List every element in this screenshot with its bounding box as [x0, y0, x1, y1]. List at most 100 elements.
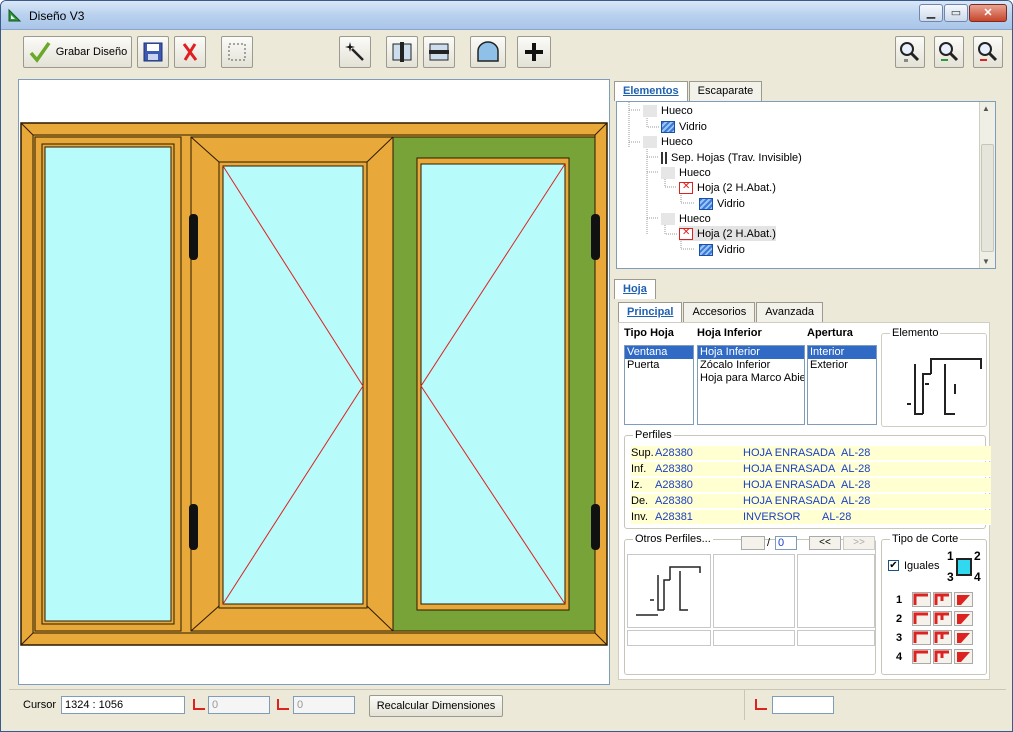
tree-item-label: Hueco [661, 104, 693, 117]
perfil-desc: HOJA ENRASADA [743, 479, 836, 491]
list-item[interactable]: Hoja Inferior [698, 346, 804, 359]
minimize-button[interactable]: ▁ [919, 4, 943, 22]
apertura-list[interactable]: Interior Exterior [807, 345, 877, 425]
tree-item[interactable]: Hoja (2 H.Abat.) [679, 180, 776, 195]
select-button[interactable] [221, 36, 253, 68]
tree-item[interactable]: Sep. Hojas (Trav. Invisible) [661, 150, 802, 165]
save-design-button[interactable]: Grabar Diseño [23, 36, 132, 68]
list-item[interactable]: Puerta [625, 359, 693, 372]
perfiles-label: Perfiles [633, 429, 674, 441]
tree-item-label: Vidrio [717, 197, 745, 210]
profile-cell[interactable] [713, 630, 795, 646]
maximize-button[interactable]: ▭ [944, 4, 968, 22]
profile-cell[interactable] [713, 554, 795, 628]
sash-icon [679, 227, 693, 240]
iguales-checkbox[interactable]: ✔ [888, 560, 899, 571]
design-canvas[interactable] [18, 79, 610, 685]
tab-accesorios[interactable]: Accesorios [683, 302, 756, 322]
perfil-row[interactable]: Inv. A28381 INVERSOR AL-28 [631, 510, 991, 525]
cut-half-button[interactable] [933, 649, 952, 664]
tree-item-label: Sep. Hojas (Trav. Invisible) [671, 151, 802, 164]
next-page-button[interactable]: >> [843, 536, 875, 550]
corte-row-label: 1 [896, 594, 903, 606]
recalculate-dimensions-button[interactable]: Recalcular Dimensiones [369, 695, 503, 717]
cut-half-button[interactable] [933, 611, 952, 626]
horizontal-split-button[interactable] [423, 36, 455, 68]
window-drawing[interactable] [19, 80, 609, 684]
profile-cell[interactable] [797, 554, 875, 628]
dimension-y-field[interactable]: 0 [293, 696, 355, 714]
perfil-row[interactable]: Sup. A28380 HOJA ENRASADA AL-28 [631, 446, 991, 461]
dimension-field[interactable] [772, 696, 834, 714]
tree-item[interactable]: Hueco [643, 103, 693, 118]
cut-half-button[interactable] [933, 592, 952, 607]
tab-avanzada[interactable]: Avanzada [756, 302, 823, 322]
delete-button[interactable] [174, 36, 206, 68]
cut-half-icon [934, 612, 949, 624]
cut-miter-button[interactable] [954, 649, 973, 664]
corner-4: 4 [974, 570, 981, 584]
scroll-up-icon[interactable]: ▲ [982, 104, 990, 113]
tipo-hoja-list[interactable]: Ventana Puerta [624, 345, 694, 425]
add-button[interactable] [517, 36, 551, 68]
tab-hoja[interactable]: Hoja [614, 279, 656, 299]
cut-miter-icon [957, 614, 970, 624]
close-button[interactable]: ✕ [969, 4, 1007, 22]
perfil-row[interactable]: De. A28380 HOJA ENRASADA AL-28 [631, 494, 991, 509]
tree-item[interactable]: Hueco [661, 211, 711, 226]
magic-wand-button[interactable] [339, 36, 371, 68]
dimension-icon [277, 699, 289, 710]
tree-item[interactable]: Vidrio [699, 242, 745, 257]
tree-scrollbar[interactable]: ▲ ▼ [979, 102, 995, 268]
cut-miter-button[interactable] [954, 611, 973, 626]
tree-item[interactable]: Vidrio [699, 196, 745, 211]
list-item[interactable]: Interior [808, 346, 876, 359]
dotted-select-icon [228, 43, 246, 61]
save-button[interactable] [137, 36, 169, 68]
cut-miter-button[interactable] [954, 630, 973, 645]
hoja-inferior-list[interactable]: Hoja Inferior Zócalo Inferior Hoja para … [697, 345, 805, 425]
cut-square-button[interactable] [912, 649, 931, 664]
arch-button[interactable] [470, 36, 506, 68]
vertical-split-button[interactable] [386, 36, 418, 68]
cut-square-icon [913, 650, 928, 662]
tab-escaparate[interactable]: Escaparate [688, 81, 763, 101]
scroll-down-icon[interactable]: ▼ [982, 257, 990, 266]
perfil-row[interactable]: Iz. A28380 HOJA ENRASADA AL-28 [631, 478, 991, 493]
list-item[interactable]: Ventana [625, 346, 693, 359]
profile-cell[interactable] [797, 630, 875, 646]
check-icon [29, 41, 51, 63]
perfil-series: AL-28 [841, 479, 871, 491]
tab-elementos[interactable]: Elementos [614, 81, 688, 101]
cut-miter-button[interactable] [954, 592, 973, 607]
cut-square-button[interactable] [912, 611, 931, 626]
prev-page-button[interactable]: << [809, 536, 841, 550]
perfil-row[interactable]: Inf. A28380 HOJA ENRASADA AL-28 [631, 462, 991, 477]
tree-item[interactable]: Hueco [643, 134, 693, 149]
cut-miter-icon [957, 652, 970, 662]
profile-cell[interactable] [627, 554, 711, 628]
scroll-thumb[interactable] [981, 144, 994, 252]
cut-square-button[interactable] [912, 592, 931, 607]
profile-thumbnail-icon [636, 566, 701, 616]
tree-item[interactable]: Vidrio [661, 119, 707, 134]
list-item[interactable]: Zócalo Inferior [698, 359, 804, 372]
cut-square-button[interactable] [912, 630, 931, 645]
dimension-x-field[interactable]: 0 [208, 696, 270, 714]
tab-principal[interactable]: Principal [618, 302, 683, 322]
zoom-out-button[interactable] [973, 36, 1003, 68]
list-item[interactable]: Exterior [808, 359, 876, 372]
page-field[interactable] [741, 536, 765, 550]
zoom-fit-button[interactable] [934, 36, 964, 68]
element-tree[interactable]: Hueco Vidrio Hueco Sep. Hojas (Trav. Inv… [616, 101, 996, 269]
profile-cell[interactable] [627, 630, 711, 646]
page-value[interactable]: 0 [775, 536, 797, 550]
iguales-label: Iguales [904, 560, 940, 572]
cut-half-button[interactable] [933, 630, 952, 645]
zoom-in-button[interactable] [895, 36, 925, 68]
tree-item[interactable]: Hueco [661, 165, 711, 180]
perfil-desc: HOJA ENRASADA [743, 495, 836, 507]
list-item[interactable]: Hoja para Marco Abier [698, 372, 804, 385]
perfil-pos: Iz. [631, 479, 643, 491]
tree-item-selected[interactable]: Hoja (2 H.Abat.) [679, 226, 776, 241]
